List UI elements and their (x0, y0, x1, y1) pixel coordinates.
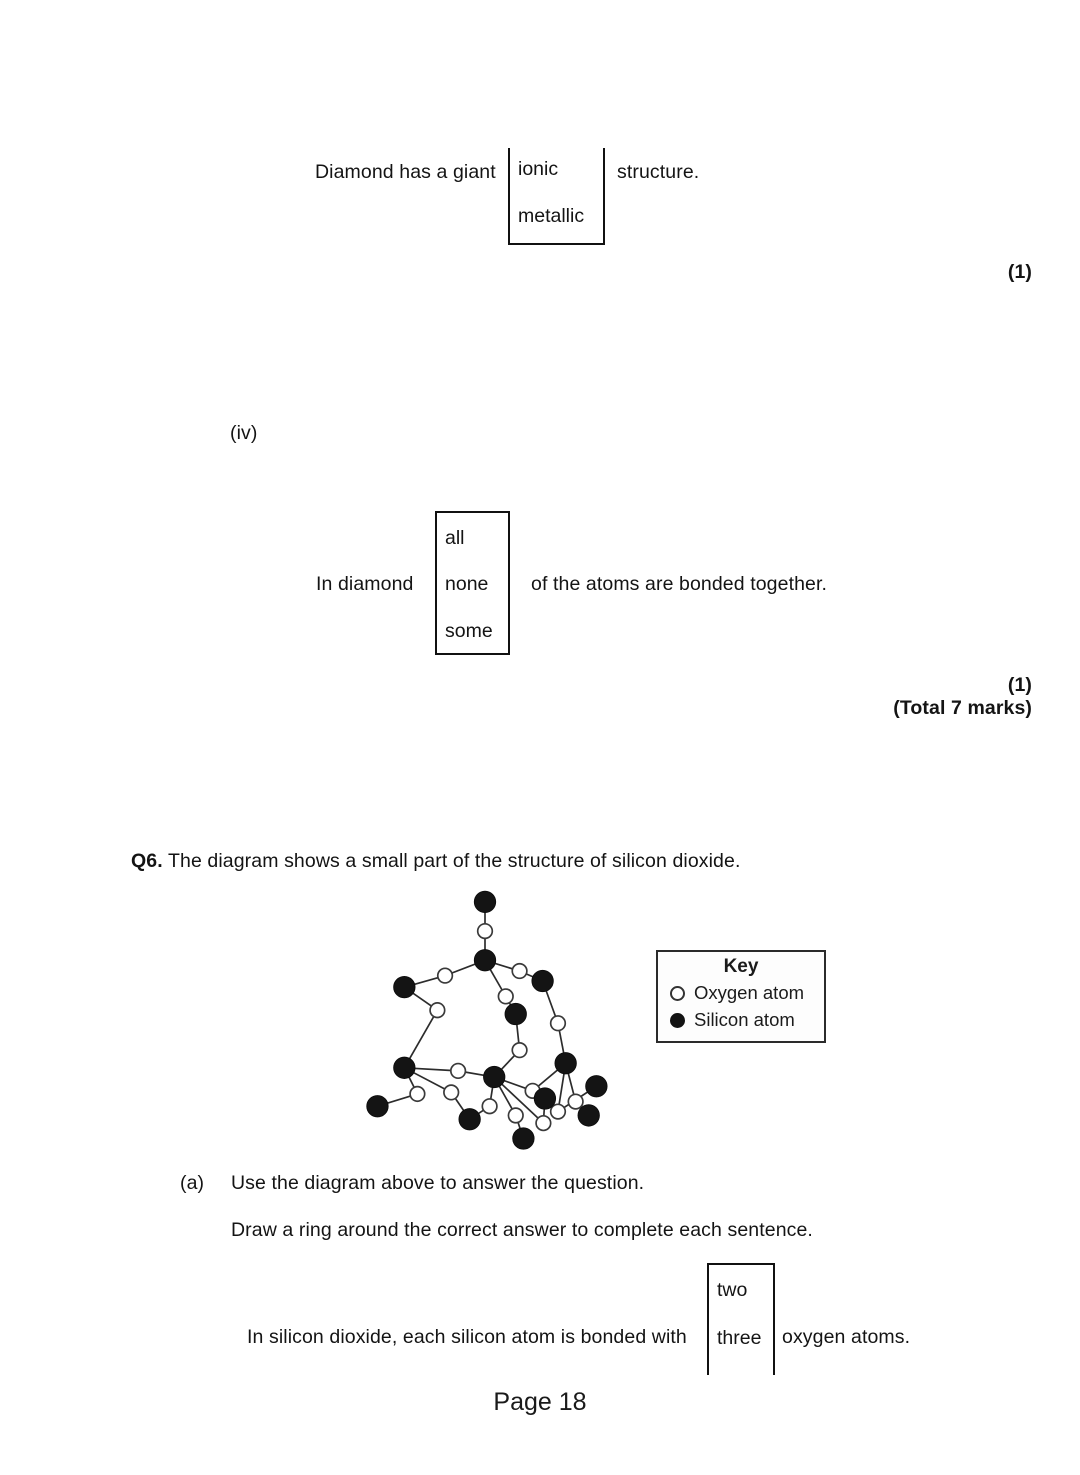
silicon-atom (504, 1002, 527, 1026)
oxygen-atom (567, 1093, 584, 1110)
oxygen-atom (497, 988, 514, 1005)
question-stem-q6: The diagram shows a small part of the st… (168, 850, 741, 872)
silicon-atom (531, 969, 554, 993)
oxygen-atoms (409, 922, 584, 1132)
part-label-a: (a) (180, 1172, 205, 1194)
silicon-atom (458, 1108, 481, 1131)
diagram-key: Key Oxygen atom Silicon atom (656, 950, 826, 1043)
oxygen-atom (443, 1084, 460, 1101)
oxygen-atom (549, 1103, 567, 1120)
silicon-atom (577, 1104, 600, 1127)
oxygen-atom (429, 1002, 446, 1019)
silicon-atom (393, 1056, 416, 1079)
marks-iv: (1) (1007, 674, 1032, 696)
option-all[interactable]: all (445, 527, 465, 550)
option-box-structure-type[interactable]: ionic metallic (508, 148, 605, 245)
silicon-atom (393, 976, 416, 999)
part-label-iv: (iv) (230, 422, 258, 444)
sentence-iv-lead: In diamond (316, 573, 414, 595)
silicon-atom (483, 1065, 506, 1089)
oxygen-atom (436, 967, 454, 984)
oxygen-atom (481, 1098, 498, 1115)
oxygen-atom (511, 962, 528, 980)
key-entry-oxygen: Oxygen atom (670, 982, 804, 1004)
silicon-atom (533, 1087, 557, 1110)
option-three[interactable]: three (717, 1327, 761, 1350)
oxygen-atom (511, 1042, 528, 1059)
silicon-atom (554, 1052, 577, 1075)
page-footer: Page 18 (493, 1388, 587, 1416)
silicon-atom (585, 1075, 608, 1098)
option-metallic[interactable]: metallic (518, 205, 584, 228)
option-ionic[interactable]: ionic (518, 158, 558, 181)
key-label-silicon: Silicon atom (694, 1009, 795, 1030)
total-marks: (Total 7 marks) (893, 697, 1032, 719)
key-entry-silicon: Silicon atom (670, 1009, 795, 1031)
oxygen-atom (476, 922, 494, 940)
sentence-a-lead: In silicon dioxide, each silicon atom is… (247, 1326, 687, 1348)
key-title: Key (723, 956, 759, 977)
sentence-a-trailing: oxygen atoms. (782, 1326, 911, 1348)
option-some[interactable]: some (445, 620, 493, 643)
option-box-oxygen-count[interactable]: two three (707, 1263, 775, 1375)
silicon-atom (473, 949, 497, 972)
option-none[interactable]: none (445, 573, 488, 596)
oxygen-atom (549, 1015, 567, 1032)
part-a-instruction-2: Draw a ring around the correct answer to… (231, 1219, 813, 1241)
silicon-dioxide-svg (366, 890, 608, 1150)
silicon-dioxide-diagram (325, 885, 645, 1150)
marks-iii: (1) (1007, 261, 1032, 283)
sentence-iii-lead: Diamond has a giant (315, 161, 496, 183)
document-page: Diamond has a giant ionic metallic struc… (0, 0, 1080, 1475)
option-box-bonded-quantity[interactable]: all none some (435, 511, 510, 655)
question-number-q6: Q6. (131, 850, 163, 872)
filled-circle-icon (670, 1012, 685, 1028)
sentence-iv-trailing: of the atoms are bonded together. (531, 573, 828, 595)
oxygen-atom (409, 1085, 426, 1103)
key-label-oxygen: Oxygen atom (694, 982, 805, 1003)
silicon-atom (366, 1095, 389, 1118)
oxygen-atom (535, 1114, 552, 1132)
hollow-circle-icon (670, 985, 685, 1001)
silicon-atom (473, 890, 497, 914)
oxygen-atom (449, 1062, 467, 1080)
option-two[interactable]: two (717, 1279, 747, 1302)
silicon-atom (512, 1127, 535, 1150)
oxygen-atom (507, 1107, 524, 1124)
part-a-instruction-1: Use the diagram above to answer the ques… (231, 1172, 645, 1194)
sentence-iii-trailing: structure. (617, 161, 700, 183)
